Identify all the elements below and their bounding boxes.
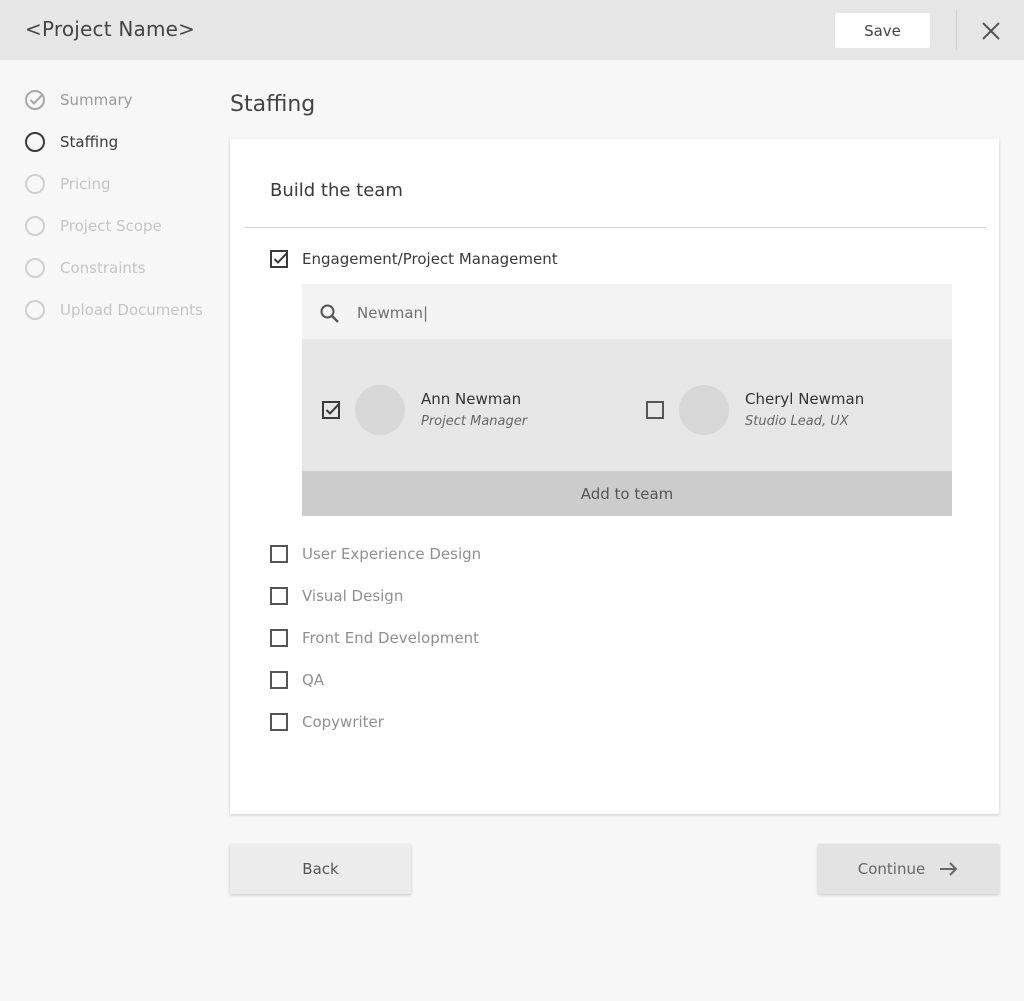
step-staffing[interactable]: Staffing [24, 130, 118, 154]
person-name: Cheryl Newman [745, 390, 865, 408]
back-button[interactable]: Back [230, 844, 411, 894]
checkbox-empty-icon [646, 401, 664, 419]
divider [244, 227, 986, 228]
header-divider [956, 10, 957, 50]
circle-icon [24, 257, 46, 279]
search-bar [302, 284, 952, 339]
arrow-right-icon [940, 862, 958, 876]
step-label: Project Scope [60, 217, 162, 235]
search-input[interactable] [357, 302, 917, 324]
person-name: Ann Newman [421, 390, 522, 408]
checkbox-checked-icon [322, 401, 341, 419]
circle-icon [24, 173, 46, 195]
step-label: Constraints [60, 259, 146, 277]
checkbox-qa[interactable] [270, 671, 288, 689]
search-icon [319, 303, 341, 325]
save-button[interactable]: Save [835, 13, 930, 48]
card-title: Build the team [270, 180, 403, 201]
person-checkbox[interactable] [322, 401, 341, 419]
avatar [355, 385, 405, 435]
person-card[interactable]: Cheryl Newman Studio Lead, UX [646, 385, 946, 437]
app-header: <Project Name> Save [0, 0, 1024, 60]
category-label: Front End Development [302, 629, 479, 647]
step-label: Summary [60, 91, 133, 109]
step-label: Staffing [60, 133, 119, 151]
circle-icon [24, 299, 46, 321]
person-role: Project Manager [421, 414, 528, 429]
checkbox-empty-icon [270, 713, 288, 731]
build-team-card: Build the team Engagement/Project Manage… [230, 139, 999, 814]
person-checkbox[interactable] [646, 401, 664, 419]
category-label: QA [302, 671, 325, 689]
checkbox-empty-icon [270, 545, 288, 563]
step-label: Upload Documents [60, 301, 203, 319]
checkbox-visual-design[interactable] [270, 587, 288, 605]
checkbox-checked-icon [270, 250, 289, 268]
category-label: User Experience Design [302, 545, 482, 563]
step-summary[interactable]: Summary [24, 88, 133, 112]
close-icon[interactable] [978, 18, 1004, 44]
step-label: Pricing [60, 175, 111, 193]
continue-label: Continue [857, 860, 926, 878]
checkbox-engagement[interactable] [270, 250, 289, 268]
checkbox-empty-icon [270, 629, 288, 647]
circle-icon [24, 215, 46, 237]
person-role: Studio Lead, UX [745, 414, 849, 429]
check-circle-icon [24, 89, 46, 111]
project-title: <Project Name> [25, 17, 196, 41]
add-to-team-button[interactable]: Add to team [302, 471, 952, 516]
avatar [679, 385, 729, 435]
checkbox-front-end-development[interactable] [270, 629, 288, 647]
category-label: Copywriter [302, 713, 384, 731]
checkbox-empty-icon [270, 671, 288, 689]
search-results: Ann Newman Project Manager Cheryl Newman… [302, 339, 952, 471]
continue-button[interactable]: Continue [818, 844, 999, 894]
checkbox-empty-icon [270, 587, 288, 605]
circle-icon [24, 131, 46, 153]
step-project-scope[interactable]: Project Scope [24, 214, 162, 238]
checkbox-user-experience-design[interactable] [270, 545, 288, 563]
category-label: Visual Design [302, 587, 404, 605]
step-constraints[interactable]: Constraints [24, 256, 146, 280]
person-card[interactable]: Ann Newman Project Manager [322, 385, 622, 437]
checkbox-copywriter[interactable] [270, 713, 288, 731]
step-pricing[interactable]: Pricing [24, 172, 111, 196]
people-search-panel: Ann Newman Project Manager Cheryl Newman… [302, 284, 952, 516]
category-label: Engagement/Project Management [302, 250, 558, 268]
page-title: Staffing [230, 92, 316, 117]
step-upload-documents[interactable]: Upload Documents [24, 298, 203, 322]
